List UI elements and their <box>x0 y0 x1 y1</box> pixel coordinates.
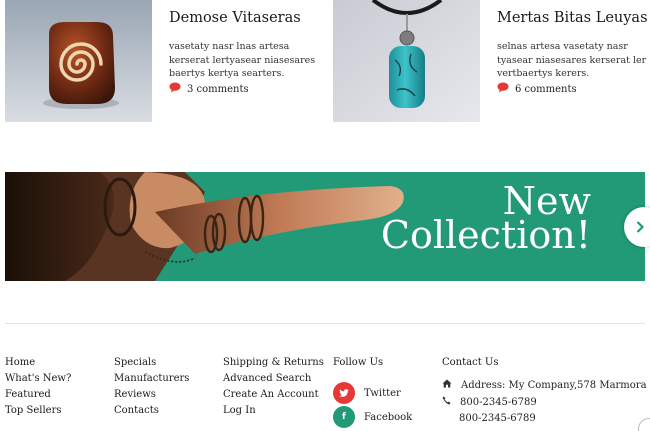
footer-link-contacts[interactable]: Contacts <box>114 403 189 419</box>
footer-col-account: Shipping & Returns Advanced Search Creat… <box>223 355 324 419</box>
post-1-comments-label[interactable]: 3 comments <box>187 84 249 95</box>
post-2-excerpt: selnas artesa vasetaty nasr tyasear nias… <box>497 41 647 80</box>
post-2-comments[interactable]: 6 comments <box>497 82 577 96</box>
chevron-right-icon <box>636 218 645 237</box>
facebook-link[interactable]: f Facebook <box>333 406 412 428</box>
home-icon <box>442 379 452 391</box>
contact-phone-1-text: 800-2345-6789 <box>460 396 537 408</box>
footer-link-featured[interactable]: Featured <box>5 387 71 403</box>
post-2-title[interactable]: Mertas Bitas Leuyas <box>497 10 648 26</box>
post-2-comments-label[interactable]: 6 comments <box>515 84 577 95</box>
twitter-link[interactable]: Twitter <box>333 382 401 404</box>
scroll-to-top-button[interactable] <box>638 418 650 431</box>
banner-line-collection: Collection! <box>380 213 591 257</box>
contact-address-text: Address: My Company,578 Marmora Road <box>461 379 650 391</box>
banner-headline: New Collection! <box>380 182 591 257</box>
footer-link-advanced-search[interactable]: Advanced Search <box>223 371 324 387</box>
contact-us-heading: Contact Us <box>442 357 499 368</box>
banner-model-photo <box>5 172 404 281</box>
footer-link-shipping-returns[interactable]: Shipping & Returns <box>223 355 324 371</box>
footer-divider <box>5 323 645 324</box>
footer-col-info: Home What's New? Featured Top Sellers <box>5 355 71 419</box>
phone-icon <box>442 396 451 408</box>
twitter-label[interactable]: Twitter <box>364 388 401 399</box>
contact-phone-2-text: 800-2345-6789 <box>459 413 536 424</box>
footer-col-shop: Specials Manufacturers Reviews Contacts <box>114 355 189 419</box>
footer-link-log-in[interactable]: Log In <box>223 403 324 419</box>
contact-address: Address: My Company,578 Marmora Road <box>442 379 650 391</box>
post-1-comments[interactable]: 3 comments <box>169 82 249 96</box>
twitter-icon[interactable] <box>333 382 355 404</box>
facebook-label[interactable]: Facebook <box>364 412 412 423</box>
post-1-excerpt: vasetaty nasr lnas artesa kerserat lerty… <box>169 41 316 80</box>
follow-us-heading: Follow Us <box>333 357 384 368</box>
footer-link-manufacturers[interactable]: Manufacturers <box>114 371 189 387</box>
footer-link-create-account[interactable]: Create An Account <box>223 387 324 403</box>
post-2-image[interactable] <box>333 0 480 122</box>
new-collection-banner[interactable]: New Collection! <box>5 172 645 281</box>
contact-phone-2: 800-2345-6789 <box>459 413 536 424</box>
comment-icon <box>169 82 181 96</box>
post-1-image[interactable] <box>5 0 152 122</box>
footer-link-specials[interactable]: Specials <box>114 355 189 371</box>
footer-link-whats-new[interactable]: What's New? <box>5 371 71 387</box>
facebook-icon[interactable]: f <box>333 406 355 428</box>
post-1-title[interactable]: Demose Vitaseras <box>169 10 301 26</box>
comment-icon <box>497 82 509 96</box>
contact-phone-1: 800-2345-6789 <box>442 396 537 408</box>
footer-link-top-sellers[interactable]: Top Sellers <box>5 403 71 419</box>
footer-link-home[interactable]: Home <box>5 355 71 371</box>
footer-link-reviews[interactable]: Reviews <box>114 387 189 403</box>
